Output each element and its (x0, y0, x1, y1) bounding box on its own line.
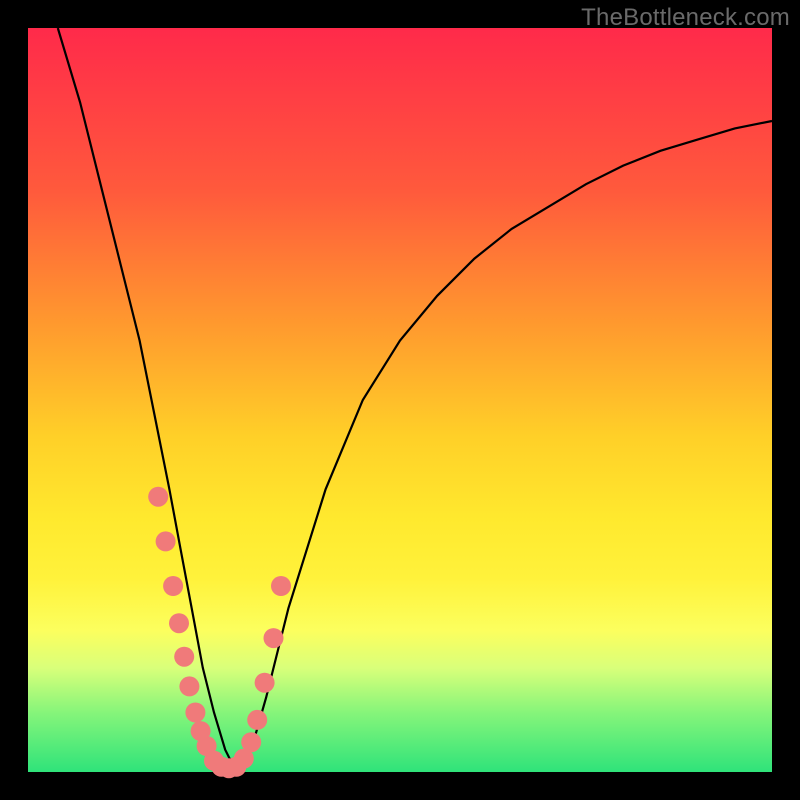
scatter-dot (271, 576, 291, 596)
plot-area (28, 28, 772, 772)
curve-layer (28, 28, 772, 772)
scatter-dot (156, 531, 176, 551)
scatter-dot (241, 732, 261, 752)
scatter-dot (169, 613, 189, 633)
scatter-dot (185, 703, 205, 723)
chart-canvas: TheBottleneck.com (0, 0, 800, 800)
scatter-dot (163, 576, 183, 596)
scatter-dot (264, 628, 284, 648)
scatter-dot (255, 673, 275, 693)
scatter-dot (174, 647, 194, 667)
scatter-dot (179, 676, 199, 696)
scatter-dot (247, 710, 267, 730)
bottleneck-curve (58, 28, 772, 772)
scatter-dot (148, 487, 168, 507)
